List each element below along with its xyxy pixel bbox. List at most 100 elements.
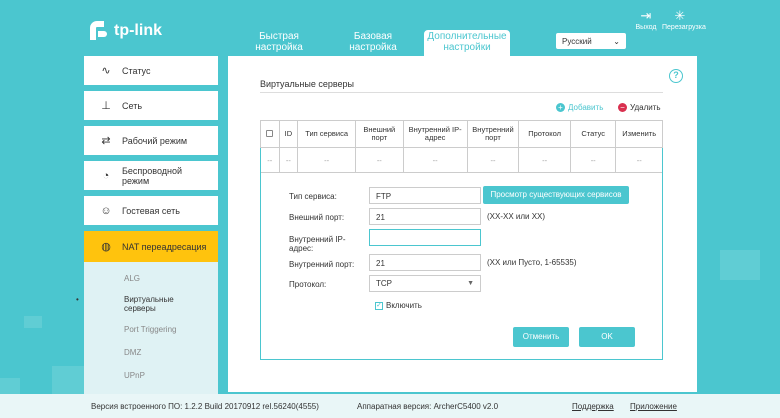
column-header: Внешний порт (355, 120, 404, 148)
table-cell: -- (278, 147, 299, 173)
page-title: Виртуальные серверы (260, 79, 355, 89)
delete-label: Удалить (630, 103, 661, 112)
tp-link-logo-icon (90, 21, 107, 40)
checkbox-checked-icon: ✓ (375, 301, 383, 310)
title-divider (260, 92, 663, 93)
submenu-item-alg[interactable]: ALG (84, 274, 218, 283)
pulse-icon: ∿ (101, 65, 111, 77)
sidebar-item-wireless[interactable]: ◔ Беспроводной режим (84, 161, 218, 190)
column-header: Внутренний порт (466, 120, 520, 148)
chevron-down-icon: ⌄ (613, 36, 620, 46)
table-cell: -- (466, 147, 520, 173)
sidebar-item-label: Рабочий режим (122, 135, 188, 146)
footer: Версия встроенного ПО: 1.2.2 Build 20170… (0, 394, 780, 418)
sidebar-item-guest-network[interactable]: ☺ Гостевая сеть (84, 196, 218, 225)
wifi-icon: ◔ (102, 169, 110, 182)
internal-port-hint: (XX или Пусто, 1-65535) (487, 258, 577, 267)
service-type-input[interactable]: FTP (369, 187, 481, 204)
table-header-row: ID Тип сервиса Внешний порт Внутренний I… (260, 120, 663, 148)
column-header: Тип сервиса (297, 120, 357, 148)
nat-icon: ◍ (101, 241, 111, 253)
sidebar-item-nat[interactable]: ◍ NAT переадресация (84, 231, 218, 262)
add-button[interactable]: + Добавить (556, 103, 603, 112)
hardware-version: Аппаратная версия: ArcherC5400 v2.0 (357, 402, 499, 411)
tp-link-logo[interactable]: tp-link (84, 18, 162, 44)
submenu-item-dmz[interactable]: DMZ (84, 348, 218, 357)
logout-label: Выход (635, 24, 657, 31)
sidebar-item-label: Статус (122, 65, 151, 76)
external-port-label: Внешний порт: (289, 213, 345, 222)
protocol-select[interactable]: TCP ▼ (369, 275, 481, 292)
table-cell: -- (615, 147, 663, 173)
app-link[interactable]: Приложение (630, 402, 677, 411)
tab-basic[interactable]: Базовая настройка (330, 30, 416, 54)
column-header: Изменить (615, 120, 663, 148)
sidebar-item-operation-mode[interactable]: ⇄ Рабочий режим (84, 126, 218, 155)
tab-quick-setup[interactable]: Быстрая настройка (236, 30, 322, 54)
internal-port-label: Внутренний порт: (289, 260, 355, 269)
protocol-value: TCP (376, 278, 392, 288)
network-icon: ⊥ (101, 100, 111, 112)
background-decoration (24, 316, 42, 328)
protocol-label: Протокол: (289, 280, 327, 289)
help-icon[interactable]: ? (669, 69, 683, 83)
submenu-item-port-triggering[interactable]: Port Triggering (84, 325, 218, 334)
table-row: -- -- -- -- -- -- -- -- -- (260, 147, 663, 173)
ok-button[interactable]: OK (579, 327, 635, 347)
internal-port-input[interactable]: 21 (369, 254, 481, 271)
sidebar-item-label: Сеть (122, 100, 143, 111)
submenu-item-label: Виртуальные серверы (124, 295, 174, 313)
table-cell: -- (297, 147, 357, 173)
sidebar-item-status[interactable]: ∿ Статус (84, 56, 218, 85)
select-all-cell (260, 120, 280, 148)
sidebar-item-label: NAT переадресация (122, 241, 207, 252)
table-cell: -- (402, 147, 468, 173)
background-decoration (0, 378, 20, 394)
enable-toggle[interactable]: ✓ Включить (375, 301, 422, 310)
nat-submenu: ALG • Виртуальные серверы Port Triggerin… (76, 262, 218, 394)
reboot-label: Перезагрузка (662, 24, 706, 31)
enable-label: Включить (386, 301, 422, 310)
column-header: ID (278, 120, 299, 148)
mode-icon: ⇄ (101, 135, 111, 147)
internal-ip-input[interactable] (369, 229, 481, 246)
firmware-version: Версия встроенного ПО: 1.2.2 Build 20170… (91, 402, 319, 411)
delete-button[interactable]: − Удалить (618, 103, 661, 112)
guest-icon: ☺ (100, 204, 112, 217)
internal-ip-label: Внутренний IP-адрес: (289, 235, 346, 253)
service-type-label: Тип сервиса: (289, 192, 337, 201)
table-cell: -- (355, 147, 404, 173)
logo-text: tp-link (114, 22, 162, 39)
table-cell: -- (518, 147, 571, 173)
top-nav: Быстрая настройка Базовая настройка Допо… (236, 30, 510, 56)
external-port-hint: (XX-XX или XX) (487, 212, 546, 221)
view-services-button[interactable]: Просмотр существующих сервисов (483, 186, 629, 204)
virtual-servers-table: ID Тип сервиса Внешний порт Внутренний I… (260, 120, 663, 173)
sidebar-item-label: Гостевая сеть (122, 205, 180, 216)
cancel-button[interactable]: Отменить (513, 327, 569, 347)
sidebar-item-network[interactable]: ⊥ Сеть (84, 91, 218, 120)
dropdown-arrow-icon: ▼ (467, 279, 474, 287)
submenu-item-upnp[interactable]: UPnP (84, 371, 218, 380)
active-bullet: • (76, 295, 79, 304)
column-header: Внутренний IP-адрес (402, 120, 468, 148)
language-select[interactable]: Русский ⌄ (556, 33, 626, 49)
column-header: Статус (569, 120, 617, 148)
sidebar: ∿ Статус ⊥ Сеть ⇄ Рабочий режим ◔ Беспро… (76, 56, 218, 394)
reboot-button[interactable]: ✳ Перезагрузка (662, 8, 706, 32)
background-decoration (720, 250, 760, 280)
add-label: Добавить (568, 103, 604, 112)
submenu-item-virtual-servers[interactable]: • Виртуальные серверы (76, 295, 218, 313)
plus-icon: + (556, 103, 565, 112)
support-link[interactable]: Поддержка (572, 402, 614, 411)
column-header: Протокол (518, 120, 571, 148)
tab-advanced[interactable]: Дополнительные настройки (424, 30, 510, 56)
table-cell: -- (260, 147, 280, 173)
logout-button[interactable]: ⇥ Выход (628, 8, 664, 32)
select-all-checkbox[interactable] (266, 129, 274, 137)
logout-icon: ⇥ (640, 8, 652, 23)
language-value: Русский (562, 36, 592, 46)
minus-icon: − (618, 103, 627, 112)
sidebar-item-label: Беспроводной режим (122, 165, 183, 186)
external-port-input[interactable]: 21 (369, 208, 481, 225)
